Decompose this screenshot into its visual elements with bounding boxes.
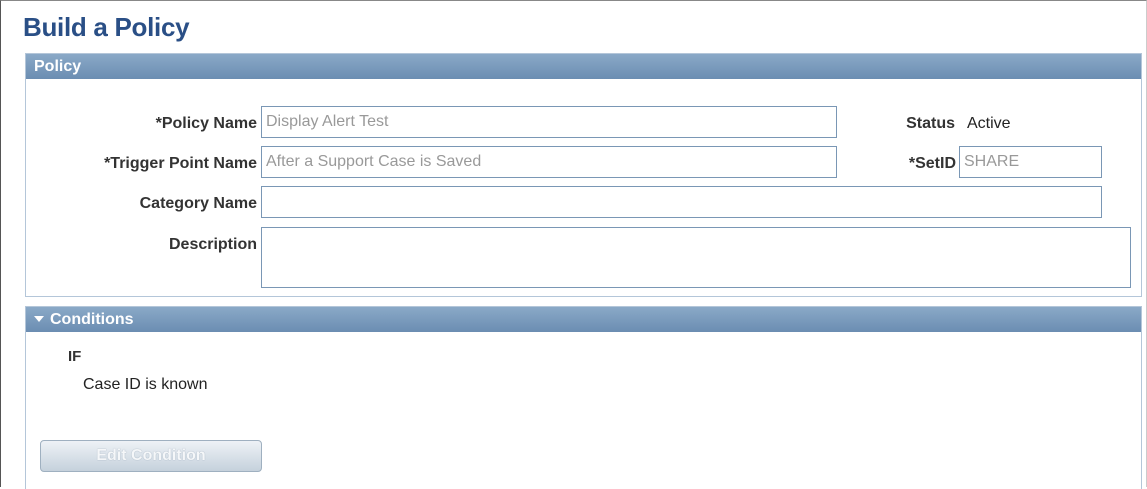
edit-condition-button[interactable]: Edit Condition	[40, 440, 262, 472]
setid-field[interactable]: SHARE	[959, 146, 1102, 178]
status-value: Active	[967, 115, 1011, 132]
if-label: IF	[68, 348, 82, 365]
setid-label: *SetID	[908, 155, 956, 172]
category-name-label: Category Name	[139, 195, 257, 212]
category-name-field[interactable]	[261, 186, 1102, 218]
description-label: Description	[168, 236, 257, 253]
page-title: Build a Policy	[23, 12, 190, 42]
conditions-section-header[interactable]: Conditions	[26, 307, 1141, 332]
status-label: Status	[906, 115, 955, 132]
collapse-arrow-icon[interactable]	[34, 315, 44, 322]
condition-text: Case ID is known	[83, 376, 208, 393]
description-field[interactable]	[261, 227, 1131, 288]
policy-section-header: Policy	[26, 54, 1141, 79]
conditions-header-label: Conditions	[50, 311, 134, 328]
